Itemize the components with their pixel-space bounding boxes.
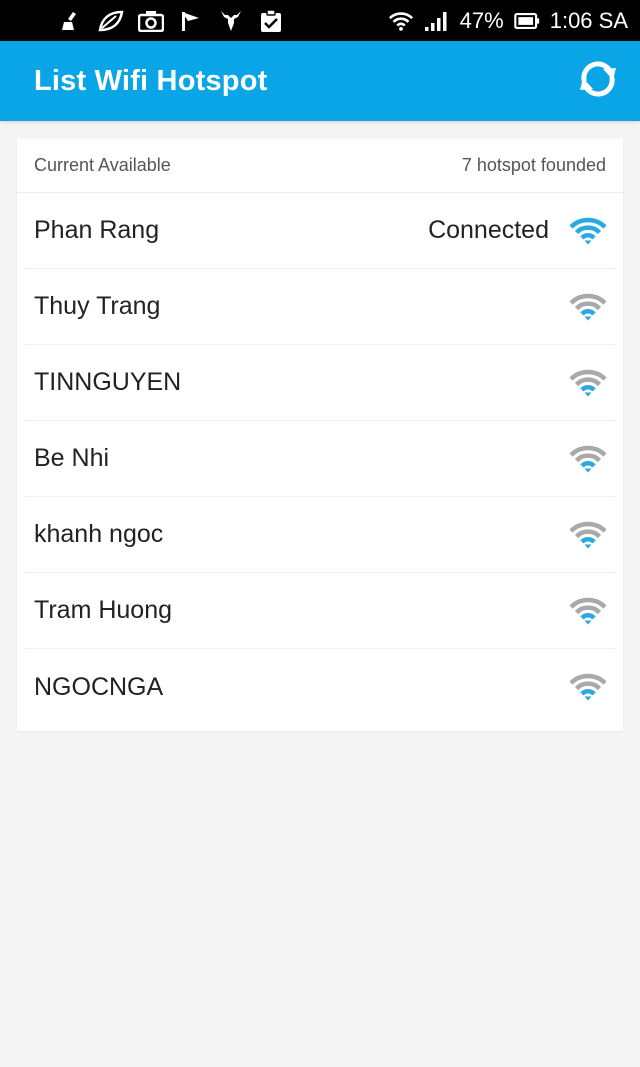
connection-status: Connected [428, 216, 549, 244]
broom-icon [58, 9, 84, 33]
hotspot-row[interactable]: khanh ngoc [25, 497, 615, 573]
hotspot-list: Phan Rang Connected Thuy Trang TINNGUYEN… [17, 193, 623, 725]
wifi-signal-icon [569, 520, 607, 550]
hotspot-row[interactable]: Be Nhi [25, 421, 615, 497]
battery-percent: 47% [459, 7, 504, 33]
refresh-button[interactable] [572, 55, 624, 107]
signal-icon [424, 9, 450, 33]
wifi-signal-icon [569, 444, 607, 474]
list-header: Current Available 7 hotspot founded [17, 139, 623, 193]
page-title: List Wifi Hotspot [34, 64, 268, 97]
leaf-icon [98, 9, 124, 33]
hotspot-name: NGOCNGA [34, 672, 164, 701]
notification-icons [58, 8, 284, 33]
wifi-status-icon [388, 9, 414, 33]
hotspot-row[interactable]: NGOCNGA [25, 649, 615, 725]
refresh-icon [575, 58, 621, 105]
wifi-signal-icon [569, 672, 607, 702]
wifi-signal-icon [569, 216, 607, 246]
system-status: 47% 1:06 SA [388, 8, 628, 34]
hotspot-name: Phan Rang [34, 216, 160, 244]
status-bar: 47% 1:06 SA [0, 0, 640, 41]
wifi-signal-icon [569, 292, 607, 322]
deer-icon [218, 9, 244, 33]
camera-icon [138, 9, 164, 33]
wifi-signal-icon [569, 368, 607, 398]
hotspot-name: Thuy Trang [34, 292, 161, 320]
hotspot-row[interactable]: Thuy Trang [25, 269, 615, 345]
app-bar: List Wifi Hotspot [0, 41, 640, 121]
battery-icon [513, 9, 540, 33]
hotspot-card: Current Available 7 hotspot founded Phan… [17, 139, 623, 731]
wifi-signal-icon [569, 596, 607, 626]
clock: 1:06 SA [549, 7, 628, 33]
flag-icon [178, 9, 204, 33]
hotspot-name: TINNGUYEN [34, 368, 182, 396]
hotspot-name: Be Nhi [34, 444, 110, 472]
hotspot-name: Tram Huong [34, 596, 173, 624]
hotspot-count: 7 hotspot founded [461, 155, 606, 175]
hotspot-row[interactable]: Tram Huong [25, 573, 615, 649]
hotspot-row[interactable]: Phan Rang Connected [25, 193, 615, 269]
clipboard-check-icon [258, 8, 284, 33]
current-available-label: Current Available [34, 155, 171, 175]
hotspot-name: khanh ngoc [34, 520, 164, 548]
hotspot-row[interactable]: TINNGUYEN [25, 345, 615, 421]
